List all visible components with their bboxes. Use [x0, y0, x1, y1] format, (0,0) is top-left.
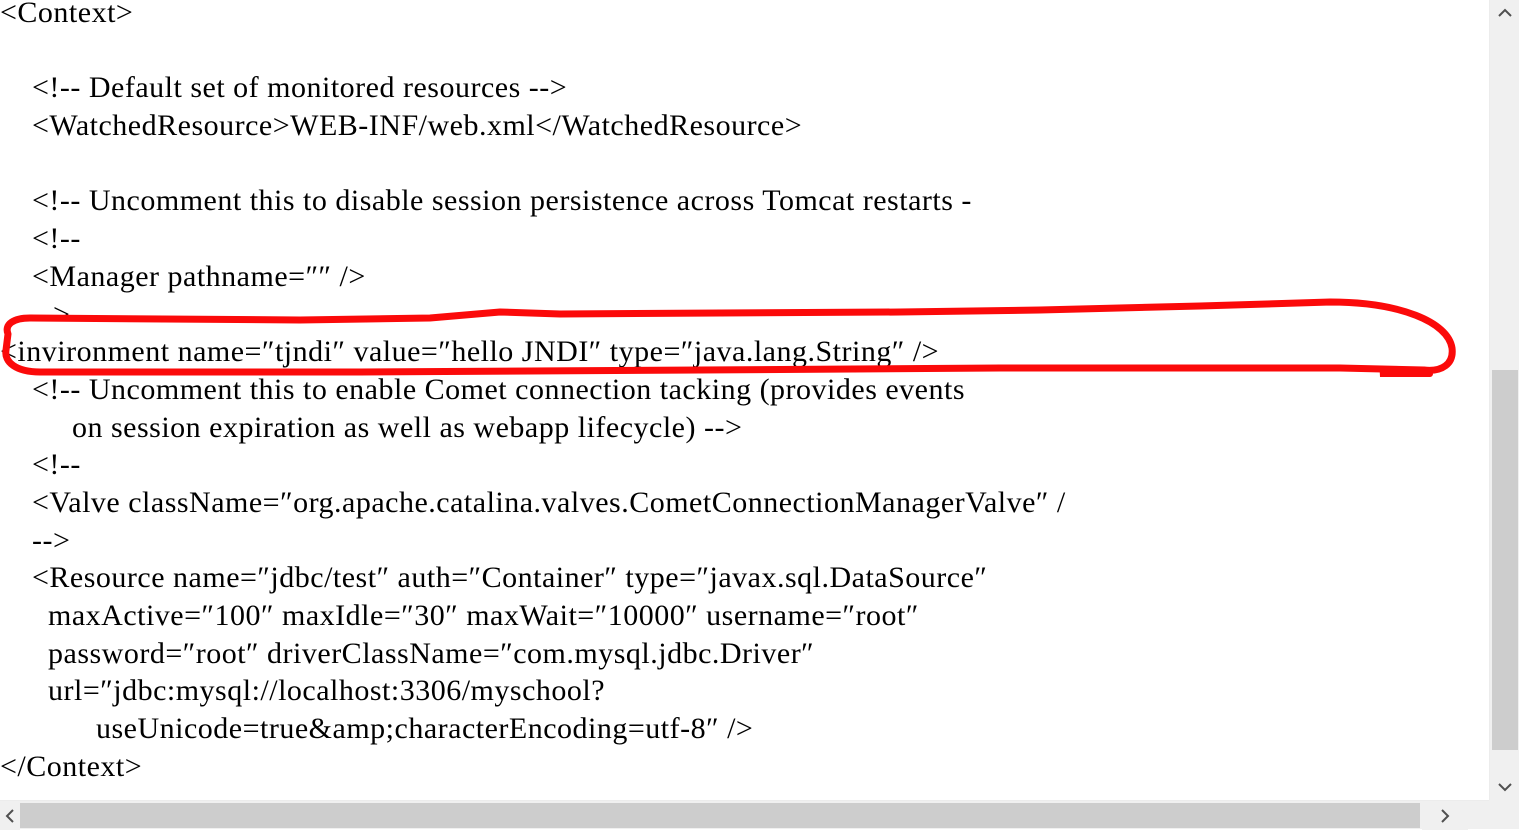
horizontal-scrollbar-thumb[interactable] [20, 803, 1420, 828]
horizontal-scrollbar[interactable] [0, 800, 1489, 830]
code-line: <!-- Uncomment this to enable Comet conn… [0, 372, 966, 406]
code-line: <!-- Uncomment this to disable session p… [0, 184, 972, 218]
scroll-up-icon[interactable] [1490, 0, 1519, 26]
vertical-scrollbar-thumb[interactable] [1492, 370, 1518, 750]
code-line: on session expiration as well as webapp … [0, 410, 743, 444]
code-line: <Resource name=″jdbc/test″ auth=″Contain… [0, 561, 988, 595]
code-line: <!-- [0, 448, 81, 482]
code-line: url=″jdbc:mysql://localhost:3306/myschoo… [0, 674, 606, 708]
code-editor-window: <Context> <!-- Default set of monitored … [0, 0, 1519, 830]
code-line: <Valve className=″org.apache.catalina.va… [0, 485, 1066, 519]
code-line: password=″root″ driverClassName=″com.mys… [0, 636, 815, 670]
code-viewport[interactable]: <Context> <!-- Default set of monitored … [0, 0, 1489, 800]
code-line: <WatchedResource>WEB-INF/web.xml</Watche… [0, 109, 803, 143]
code-line: --> [0, 297, 71, 331]
scroll-down-icon[interactable] [1490, 774, 1519, 800]
scroll-left-icon[interactable] [0, 801, 20, 830]
vertical-scrollbar[interactable] [1489, 0, 1519, 800]
code-line: maxActive=″100″ maxIdle=″30″ maxWait=″10… [0, 599, 919, 632]
code-line: --> [0, 523, 71, 557]
code-line: </Context> [0, 749, 143, 783]
code-text[interactable]: <Context> <!-- Default set of monitored … [0, 0, 1066, 785]
code-line: <Context> [0, 0, 134, 29]
code-line-highlighted: <invironment name=″tjndi″ value=″hello J… [0, 335, 940, 369]
code-line: <Manager pathname=″″ /> [0, 259, 366, 293]
code-line: <!-- Default set of monitored resources … [0, 71, 568, 105]
code-line: useUnicode=true&amp;characterEncoding=ut… [0, 712, 754, 746]
scrollbar-corner [1489, 800, 1519, 829]
code-line: <!-- [0, 222, 81, 256]
scroll-right-icon[interactable] [1422, 801, 1468, 830]
